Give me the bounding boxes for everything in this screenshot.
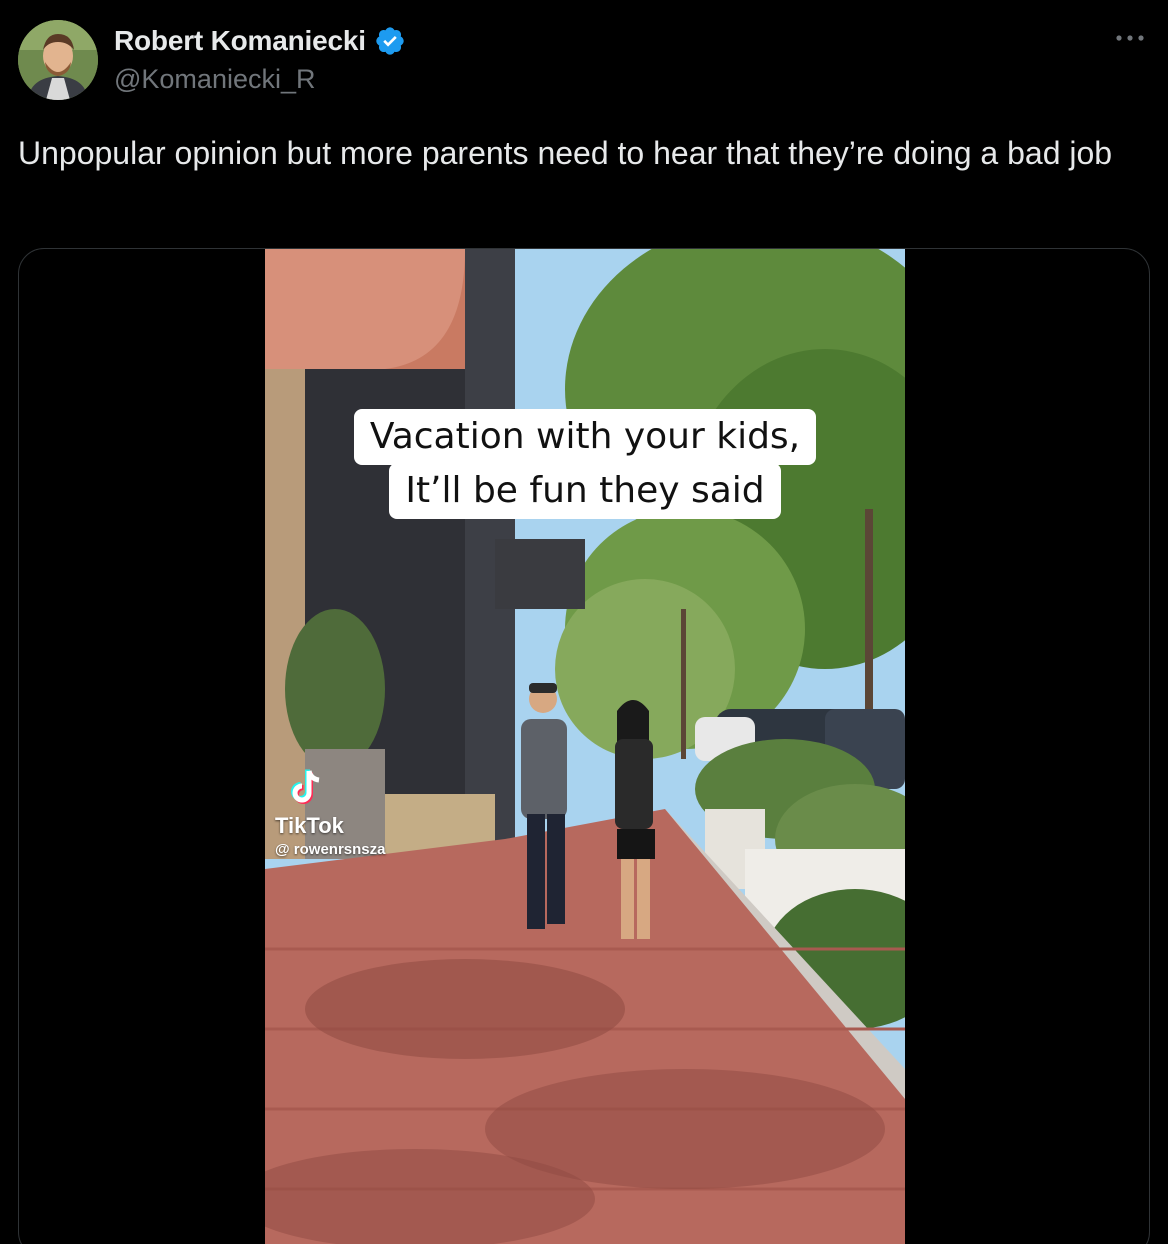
more-horizontal-icon	[1116, 35, 1144, 41]
tiktok-watermark: TikTok @ rowenrsnsza	[275, 767, 386, 858]
tiktok-username: @ rowenrsnsza	[275, 841, 386, 858]
media-container[interactable]: Vacation with your kids, It’ll be fun th…	[18, 248, 1150, 1244]
more-options-button[interactable]	[1110, 24, 1150, 52]
video-caption-line-1: Vacation with your kids,	[353, 409, 817, 465]
author-handle[interactable]: @Komaniecki_R	[114, 64, 316, 95]
tiktok-logo-icon	[291, 769, 320, 804]
tiktok-brand-label: TikTok	[275, 813, 344, 838]
video-caption: Vacation with your kids, It’ll be fun th…	[265, 409, 905, 519]
author-display-name[interactable]: Robert Komaniecki	[114, 25, 366, 57]
author-name-row[interactable]: Robert Komaniecki	[114, 24, 406, 58]
video-caption-line-2: It’ll be fun they said	[389, 463, 781, 519]
tweet: Robert Komaniecki @Komaniecki_R Unpopula…	[0, 0, 1168, 1244]
avatar-image	[18, 20, 98, 100]
verified-badge-icon	[376, 27, 404, 55]
tweet-text: Unpopular opinion but more parents need …	[18, 135, 1113, 171]
avatar[interactable]	[18, 20, 98, 100]
video-player[interactable]: Vacation with your kids, It’ll be fun th…	[265, 249, 905, 1244]
video-frame-scene	[265, 249, 905, 1244]
